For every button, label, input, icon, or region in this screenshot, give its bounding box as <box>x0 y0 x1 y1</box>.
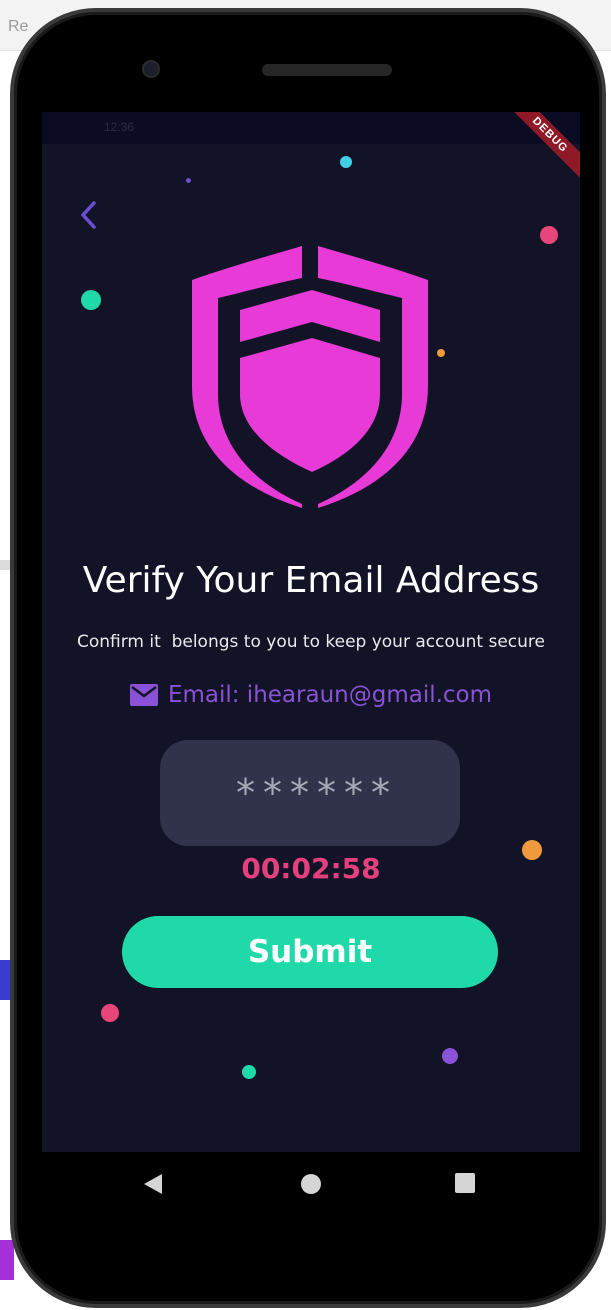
android-nav-bar <box>42 1152 580 1222</box>
page-title: Verify Your Email Address <box>82 560 540 601</box>
status-bar: 12:36 <box>42 112 580 144</box>
email-address: Email: ihearaun@gmail.com <box>167 682 493 708</box>
decorative-dot <box>101 1004 119 1022</box>
circle-home-icon[interactable] <box>299 1172 323 1196</box>
decorative-dot <box>437 349 445 357</box>
decorative-dot <box>242 1065 256 1079</box>
decorative-dot <box>186 178 191 183</box>
back-button[interactable] <box>76 198 104 232</box>
host-window-title: Re <box>8 18 29 35</box>
decorative-dot <box>442 1048 458 1064</box>
front-camera <box>142 60 160 78</box>
host-window-edge <box>0 1240 14 1280</box>
shield-icon <box>192 246 428 508</box>
submit-button[interactable]: Submit <box>122 916 498 988</box>
app-screen: 12:36 DEBUG Verify Your Email Address Co… <box>42 112 580 1152</box>
decorative-dot <box>81 290 101 310</box>
decorative-dot <box>540 226 558 244</box>
verification-code-box <box>160 740 460 846</box>
mail-icon <box>129 684 158 706</box>
verification-code-input[interactable] <box>160 740 460 846</box>
earpiece-speaker <box>262 64 392 76</box>
square-recents-icon[interactable] <box>454 1172 476 1194</box>
decorative-dot <box>340 156 352 168</box>
email-row: Email: ihearaun@gmail.com <box>42 682 580 708</box>
status-time: 12:36 <box>104 120 135 134</box>
page-subtitle: Confirm it belongs to you to keep your a… <box>76 632 545 652</box>
triangle-back-icon[interactable] <box>142 1172 164 1196</box>
countdown-timer: 00:02:58 <box>241 852 381 885</box>
chevron-left-icon <box>81 201 96 229</box>
